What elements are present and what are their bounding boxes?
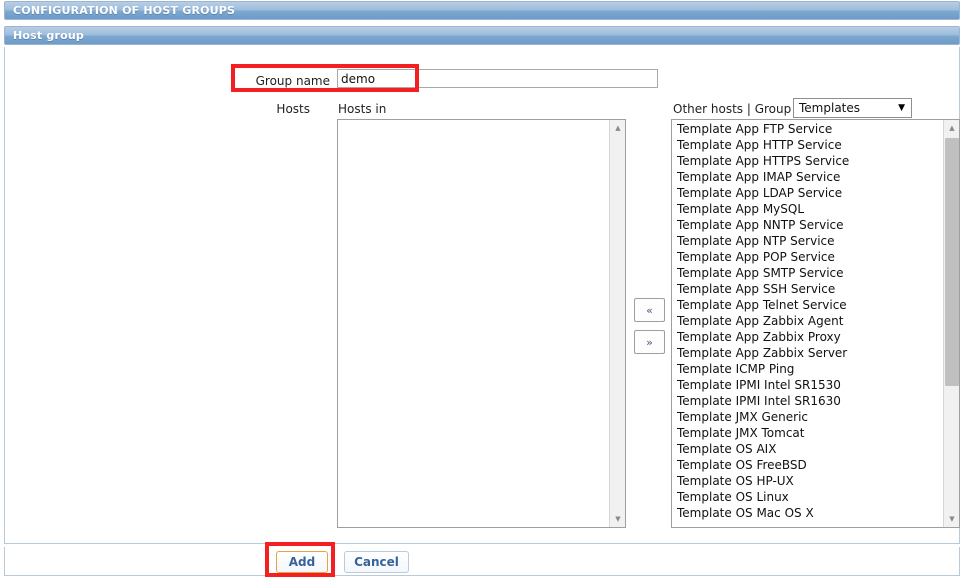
page-title: CONFIGURATION OF HOST GROUPS	[13, 4, 236, 17]
scroll-up-icon[interactable]: ▲	[944, 120, 959, 136]
list-item[interactable]: Template App IMAP Service	[677, 169, 942, 185]
list-item[interactable]: Template OS HP-UX	[677, 473, 942, 489]
list-item[interactable]: Template App Zabbix Server	[677, 345, 942, 361]
group-filter-value: Templates	[799, 101, 861, 115]
list-item[interactable]: Template ICMP Ping	[677, 361, 942, 377]
scroll-down-icon[interactable]: ▼	[610, 511, 625, 527]
scroll-up-icon[interactable]: ▲	[610, 120, 625, 136]
other-hosts-listbox[interactable]: Template App FTP Service Template App HTT…	[671, 119, 960, 528]
section-title: Host group	[13, 29, 84, 42]
host-group-config-page: CONFIGURATION OF HOST GROUPS Host group …	[0, 0, 964, 577]
add-button[interactable]: Add	[276, 551, 328, 573]
list-item[interactable]: Template App LDAP Service	[677, 185, 942, 201]
cancel-button[interactable]: Cancel	[344, 551, 409, 573]
double-left-arrow-icon: «	[646, 303, 653, 317]
chevron-down-icon: ▼	[898, 103, 905, 113]
list-item[interactable]: Template App NNTP Service	[677, 217, 942, 233]
form-footer	[4, 547, 960, 576]
list-item[interactable]: Template OS AIX	[677, 441, 942, 457]
list-item[interactable]: Template IPMI Intel SR1630	[677, 393, 942, 409]
page-title-bar: CONFIGURATION OF HOST GROUPS	[4, 1, 960, 20]
list-item[interactable]: Template App Zabbix Proxy	[677, 329, 942, 345]
section-title-bar: Host group	[4, 26, 960, 45]
list-item[interactable]: Template OS FreeBSD	[677, 457, 942, 473]
list-item[interactable]: Template App NTP Service	[677, 233, 942, 249]
move-right-button[interactable]: »	[634, 330, 665, 354]
list-item[interactable]: Template OS Mac OS X	[677, 505, 942, 521]
list-item[interactable]: Template App HTTP Service	[677, 137, 942, 153]
cancel-button-label: Cancel	[354, 555, 399, 569]
scroll-down-icon[interactable]: ▼	[944, 511, 959, 527]
other-hosts-items: Template App FTP Service Template App HTT…	[672, 120, 942, 527]
group-name-input[interactable]	[337, 69, 658, 88]
list-item[interactable]: Template App FTP Service	[677, 121, 942, 137]
hosts-in-caption: Hosts in	[338, 102, 387, 116]
list-item[interactable]: Template IPMI Intel SR1530	[677, 377, 942, 393]
list-item[interactable]: Template App Telnet Service	[677, 297, 942, 313]
list-item[interactable]: Template App SSH Service	[677, 281, 942, 297]
list-item[interactable]: Template OS Linux	[677, 489, 942, 505]
list-item[interactable]: Template JMX Tomcat	[677, 425, 942, 441]
list-item[interactable]: Template App Zabbix Agent	[677, 313, 942, 329]
list-item[interactable]: Template App MySQL	[677, 201, 942, 217]
hosts-in-items	[338, 120, 608, 527]
add-button-label: Add	[288, 555, 316, 569]
scrollbar-thumb[interactable]	[945, 138, 959, 386]
other-hosts-caption: Other hosts | Group	[673, 102, 792, 116]
list-item[interactable]: Template App POP Service	[677, 249, 942, 265]
list-item[interactable]: Template App HTTPS Service	[677, 153, 942, 169]
footer-divider	[4, 543, 960, 544]
list-item[interactable]: Template JMX Generic	[677, 409, 942, 425]
hosts-in-listbox[interactable]: ▲ ▼	[337, 119, 626, 528]
hosts-in-scrollbar[interactable]: ▲ ▼	[609, 120, 625, 527]
group-filter-select[interactable]: Templates ▼	[793, 98, 912, 118]
hosts-label: Hosts	[276, 102, 310, 116]
other-hosts-scrollbar[interactable]: ▲ ▼	[943, 120, 959, 527]
move-left-button[interactable]: «	[634, 298, 665, 322]
list-item[interactable]: Template App SMTP Service	[677, 265, 942, 281]
double-right-arrow-icon: »	[646, 335, 653, 349]
group-name-label: Group name	[255, 74, 330, 88]
